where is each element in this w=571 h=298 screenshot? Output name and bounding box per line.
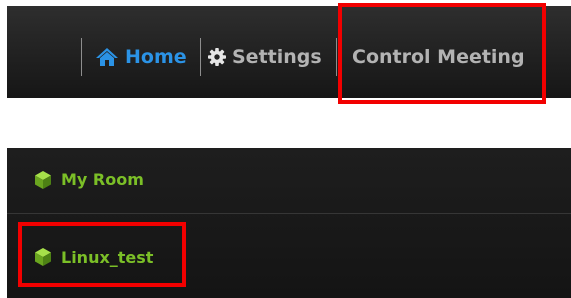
page: Home Settings Control Meeting My Room Li…: [0, 0, 571, 298]
nav-home-label: Home: [125, 46, 187, 68]
nav-divider: [200, 38, 201, 76]
nav-settings-link[interactable]: Settings: [208, 42, 322, 72]
highlight-box-control-meeting: [338, 3, 546, 104]
row-divider: [7, 213, 571, 214]
room-item-my-room[interactable]: My Room: [7, 148, 571, 211]
gear-icon: [208, 48, 226, 66]
nav-divider: [81, 38, 82, 76]
room-cube-icon: [35, 170, 51, 189]
nav-settings-label: Settings: [232, 46, 322, 68]
nav-divider: [336, 38, 337, 76]
nav-home-link[interactable]: Home: [95, 42, 187, 72]
home-icon: [95, 47, 119, 67]
room-label: My Room: [61, 170, 144, 189]
highlight-box-linux-test: [18, 222, 186, 287]
